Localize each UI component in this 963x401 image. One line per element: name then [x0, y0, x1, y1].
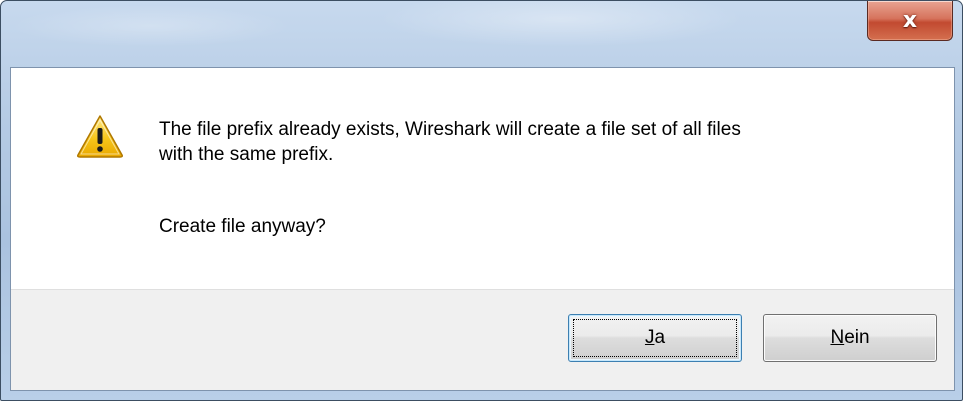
message-text: The file prefix already exists, Wireshar…: [159, 117, 919, 167]
dialog-client-area: The file prefix already exists, Wireshar…: [10, 67, 955, 391]
dialog-window: x The file prefix already exists, Wiresh…: [0, 0, 963, 401]
close-icon: x: [902, 7, 918, 33]
title-bar[interactable]: x: [1, 1, 962, 65]
no-button[interactable]: Nein: [763, 314, 937, 362]
button-bar: Ja Nein: [11, 289, 954, 390]
question-text: Create file anyway?: [159, 216, 326, 237]
message-line-2: with the same prefix.: [159, 144, 334, 165]
message-area: The file prefix already exists, Wireshar…: [11, 68, 954, 292]
no-label-rest: ein: [844, 327, 870, 348]
close-button[interactable]: x: [867, 1, 953, 41]
warning-icon: [77, 115, 123, 158]
focus-ring: [573, 319, 737, 357]
no-accelerator: N: [830, 327, 845, 348]
no-button-label: Nein: [830, 327, 869, 349]
yes-button[interactable]: Ja: [568, 314, 742, 362]
message-line-1: The file prefix already exists, Wireshar…: [159, 119, 741, 140]
